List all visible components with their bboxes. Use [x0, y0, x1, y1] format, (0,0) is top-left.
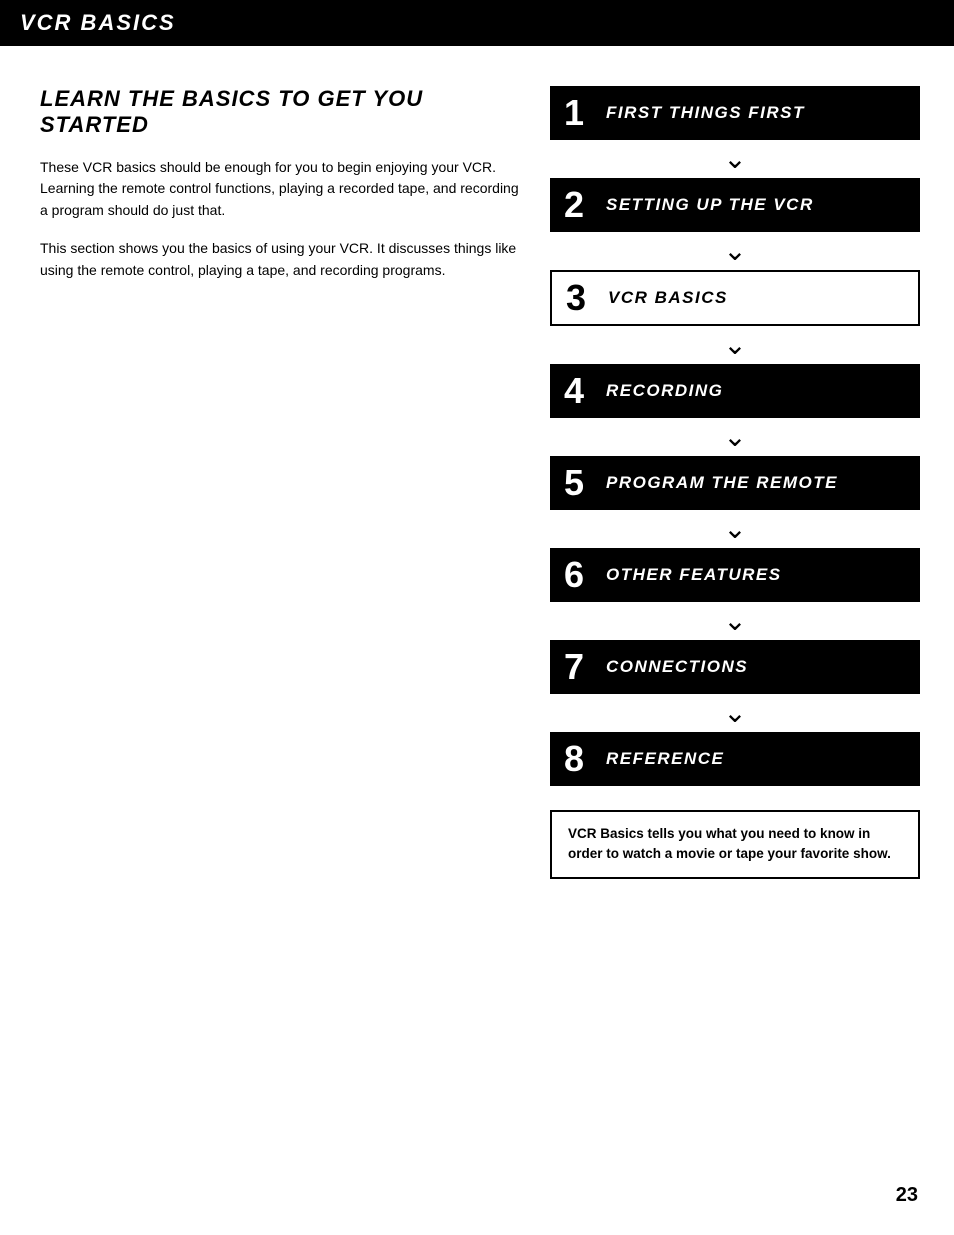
- step-number-8: 8: [564, 741, 596, 777]
- left-column: LEARN THE BASICS TO GET YOU STARTED Thes…: [40, 86, 520, 879]
- note-text: VCR Basics tells you what you need to kn…: [568, 826, 891, 861]
- step-arrow-7: ⌄: [723, 694, 746, 732]
- step-bar-4: 4 RECORDING: [550, 364, 920, 418]
- step-item-1: 1 FIRST THINGS FIRST ⌄: [550, 86, 920, 178]
- step-label-3: VCR BASICS: [608, 288, 728, 308]
- page-header: VCR BASICS: [0, 0, 954, 46]
- step-item-2: 2 SETTING UP THE VCR ⌄: [550, 178, 920, 270]
- step-item-7: 7 CONNECTIONS ⌄: [550, 640, 920, 732]
- step-label-4: RECORDING: [606, 381, 723, 401]
- step-item-6: 6 OTHER FEATURES ⌄: [550, 548, 920, 640]
- step-number-6: 6: [564, 557, 596, 593]
- step-arrow-6: ⌄: [723, 602, 746, 640]
- step-label-7: CONNECTIONS: [606, 657, 748, 677]
- step-number-2: 2: [564, 187, 596, 223]
- page-number: 23: [896, 1184, 918, 1207]
- step-label-5: PROGRAM THE REMOTE: [606, 473, 838, 493]
- step-bar-3: 3 VCR BASICS: [550, 270, 920, 326]
- step-bar-5: 5 PROGRAM THE REMOTE: [550, 456, 920, 510]
- step-arrow-1: ⌄: [723, 140, 746, 178]
- section-title: LEARN THE BASICS TO GET YOU STARTED: [40, 86, 520, 139]
- step-label-1: FIRST THINGS FIRST: [606, 103, 805, 123]
- step-label-2: SETTING UP THE VCR: [606, 195, 814, 215]
- page-header-title: VCR BASICS: [20, 10, 176, 35]
- body-paragraph-2: This section shows you the basics of usi…: [40, 238, 520, 281]
- step-number-7: 7: [564, 649, 596, 685]
- step-bar-2: 2 SETTING UP THE VCR: [550, 178, 920, 232]
- step-number-5: 5: [564, 465, 596, 501]
- step-item-8: 8 REFERENCE: [550, 732, 920, 786]
- right-column: 1 FIRST THINGS FIRST ⌄ 2 SETTING UP THE …: [550, 86, 920, 879]
- body-paragraph-1: These VCR basics should be enough for yo…: [40, 157, 520, 222]
- step-item-3: 3 VCR BASICS ⌄: [550, 270, 920, 364]
- step-number-3: 3: [566, 280, 598, 316]
- step-arrow-3: ⌄: [723, 326, 746, 364]
- step-bar-8: 8 REFERENCE: [550, 732, 920, 786]
- step-label-6: OTHER FEATURES: [606, 565, 782, 585]
- step-bar-7: 7 CONNECTIONS: [550, 640, 920, 694]
- step-item-4: 4 RECORDING ⌄: [550, 364, 920, 456]
- step-number-4: 4: [564, 373, 596, 409]
- step-arrow-5: ⌄: [723, 510, 746, 548]
- step-arrow-2: ⌄: [723, 232, 746, 270]
- step-item-5: 5 PROGRAM THE REMOTE ⌄: [550, 456, 920, 548]
- step-bar-6: 6 OTHER FEATURES: [550, 548, 920, 602]
- step-label-8: REFERENCE: [606, 749, 724, 769]
- step-arrow-4: ⌄: [723, 418, 746, 456]
- step-bar-1: 1 FIRST THINGS FIRST: [550, 86, 920, 140]
- page-content: LEARN THE BASICS TO GET YOU STARTED Thes…: [0, 46, 954, 909]
- note-box: VCR Basics tells you what you need to kn…: [550, 810, 920, 879]
- step-number-1: 1: [564, 95, 596, 131]
